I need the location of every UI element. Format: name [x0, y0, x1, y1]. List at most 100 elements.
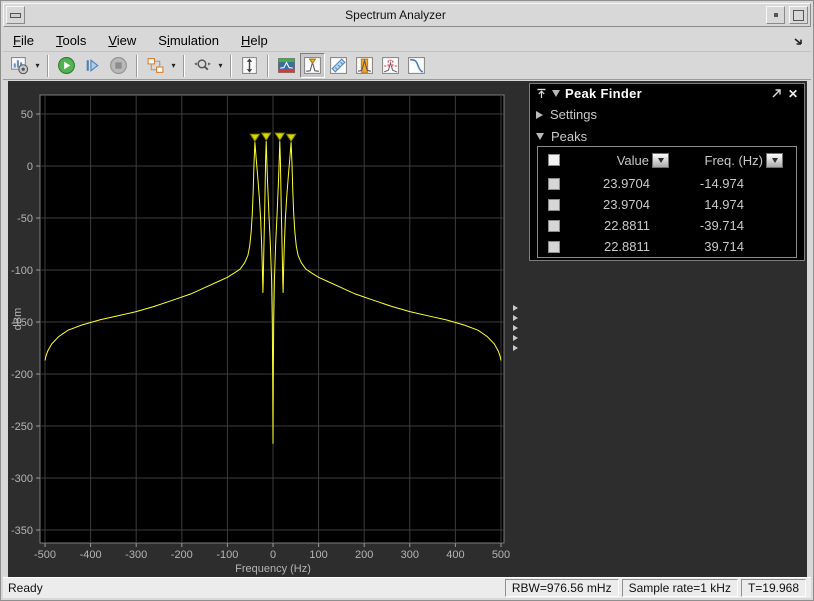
settings-label: Settings [550, 107, 597, 122]
restore-button[interactable] [766, 6, 785, 24]
menu-tools[interactable]: Tools [56, 33, 86, 48]
peak-freq: -39.714 [650, 218, 764, 233]
menubar: File Tools View Simulation Help [3, 29, 811, 52]
peak-finder-button[interactable] [300, 53, 325, 78]
zoom-icon [193, 56, 212, 75]
play-icon [57, 56, 76, 75]
maximize-button[interactable] [789, 6, 808, 24]
collapsed-triangle-icon [536, 111, 543, 119]
svg-text:0: 0 [270, 549, 276, 561]
peak-value: 23.9704 [574, 197, 650, 212]
peaks-table: Value Freq. (Hz) 23.9704 -14.974 [537, 146, 797, 258]
peak-checkbox[interactable] [548, 199, 560, 211]
expand-arrow-icon[interactable] [513, 325, 518, 331]
menu-file[interactable]: File [13, 33, 34, 48]
select-all-checkbox[interactable] [548, 154, 560, 166]
table-row[interactable]: 23.9704 14.974 [538, 194, 796, 215]
svg-text:dBm: dBm [12, 308, 24, 331]
collapse-panel-button[interactable] [552, 90, 560, 97]
settings-section-toggle[interactable]: Settings [530, 103, 804, 125]
table-row[interactable]: 22.8811 39.714 [538, 236, 796, 257]
menu-simulation[interactable]: Simulation [158, 33, 219, 48]
dropdown-arrow-icon[interactable]: ▾ [169, 61, 178, 70]
sort-arrow-icon [772, 158, 778, 163]
run-button[interactable] [54, 53, 79, 78]
restore-icon [774, 13, 778, 17]
simulink-block-icon [146, 56, 165, 75]
menubar-items: File Tools View Simulation Help [13, 33, 268, 48]
svg-text:-100: -100 [216, 549, 238, 561]
spectrum-spectrogram-button[interactable] [274, 53, 299, 78]
stop-button[interactable] [106, 53, 131, 78]
value-sort-button[interactable] [652, 153, 669, 168]
channel-measurements-button[interactable] [352, 53, 377, 78]
svg-text:-100: -100 [11, 265, 33, 277]
fit-to-view-icon [240, 56, 259, 75]
step-forward-button[interactable] [80, 53, 105, 78]
peak-finder-header: Peak Finder ✕ [530, 84, 804, 103]
panel-splitter[interactable] [513, 305, 518, 351]
dropdown-arrow-icon[interactable]: ▾ [33, 61, 42, 70]
peak-checkbox[interactable] [548, 178, 560, 190]
dock-figure-button[interactable] [791, 33, 805, 47]
fit-to-view-button[interactable] [237, 53, 262, 78]
pin-icon [536, 88, 547, 99]
channel-measurements-icon [355, 56, 374, 75]
freq-sort-button[interactable] [766, 153, 783, 168]
svg-text:100: 100 [309, 549, 327, 561]
peaks-section-toggle[interactable]: Peaks [530, 125, 804, 147]
undock-panel-button[interactable] [770, 88, 782, 100]
zoom-tools-button[interactable] [190, 53, 215, 78]
svg-text:-300: -300 [125, 549, 147, 561]
toolbar: ▾ ▾ [3, 52, 811, 80]
toolbar-separator [230, 55, 232, 77]
svg-text:-400: -400 [80, 549, 102, 561]
main-content: -500-400-300-200-1000100200300400500500-… [8, 81, 807, 578]
expand-arrow-icon[interactable] [513, 315, 518, 321]
svg-text:-50: -50 [17, 213, 33, 225]
peaks-label: Peaks [551, 129, 587, 144]
distortion-measurements-button[interactable] [326, 53, 351, 78]
pin-panel-button[interactable] [535, 88, 547, 100]
panel-title: Peak Finder [565, 86, 765, 101]
rbw-indicator: RBW=976.56 mHz [505, 579, 619, 597]
peak-freq: 39.714 [650, 239, 764, 254]
menu-help[interactable]: Help [241, 33, 268, 48]
svg-text:50: 50 [21, 109, 33, 121]
spectrum-analyzer-window: Spectrum Analyzer File Tools View Simulatio… [0, 0, 814, 601]
toolbar-separator [136, 55, 138, 77]
spectral-mask-icon [381, 56, 400, 75]
table-row[interactable]: 23.9704 -14.974 [538, 173, 796, 194]
ccdf-measurements-button[interactable] [404, 53, 429, 78]
menu-view[interactable]: View [108, 33, 136, 48]
svg-text:500: 500 [492, 549, 510, 561]
window-menu-button[interactable] [6, 6, 25, 24]
peak-finder-panel: Peak Finder ✕ Settings Peaks [529, 83, 805, 261]
spectrum-plot[interactable]: -500-400-300-200-1000100200300400500500-… [8, 81, 525, 578]
peaks-table-body: 23.9704 -14.974 23.9704 14.974 22.8811 -… [538, 173, 796, 257]
spectral-mask-button[interactable] [378, 53, 403, 78]
svg-text:-300: -300 [11, 473, 33, 485]
peak-value: 22.8811 [574, 239, 650, 254]
expand-arrow-icon[interactable] [513, 305, 518, 311]
svg-text:-500: -500 [34, 549, 56, 561]
peak-finder-icon [303, 56, 322, 75]
peak-checkbox[interactable] [548, 241, 560, 253]
spectrum-settings-button[interactable] [7, 53, 32, 78]
peak-checkbox[interactable] [548, 220, 560, 232]
table-row[interactable]: 22.8811 -39.714 [538, 215, 796, 236]
dropdown-arrow-icon[interactable]: ▾ [216, 61, 225, 70]
peak-value: 22.8811 [574, 218, 650, 233]
expand-arrow-icon[interactable] [513, 345, 518, 351]
svg-text:-350: -350 [11, 525, 33, 537]
statusbar: Ready RBW=976.56 mHz Sample rate=1 kHz T… [3, 577, 811, 598]
spectrum-settings-icon [10, 56, 29, 75]
distortion-icon [329, 56, 348, 75]
svg-text:200: 200 [355, 549, 373, 561]
time-indicator: T=19.968 [741, 579, 806, 597]
close-panel-button[interactable]: ✕ [787, 87, 799, 101]
titlebar: Spectrum Analyzer [3, 3, 811, 27]
expand-arrow-icon[interactable] [513, 335, 518, 341]
highlight-simulink-block-button[interactable] [143, 53, 168, 78]
peaks-table-header: Value Freq. (Hz) [538, 147, 796, 173]
